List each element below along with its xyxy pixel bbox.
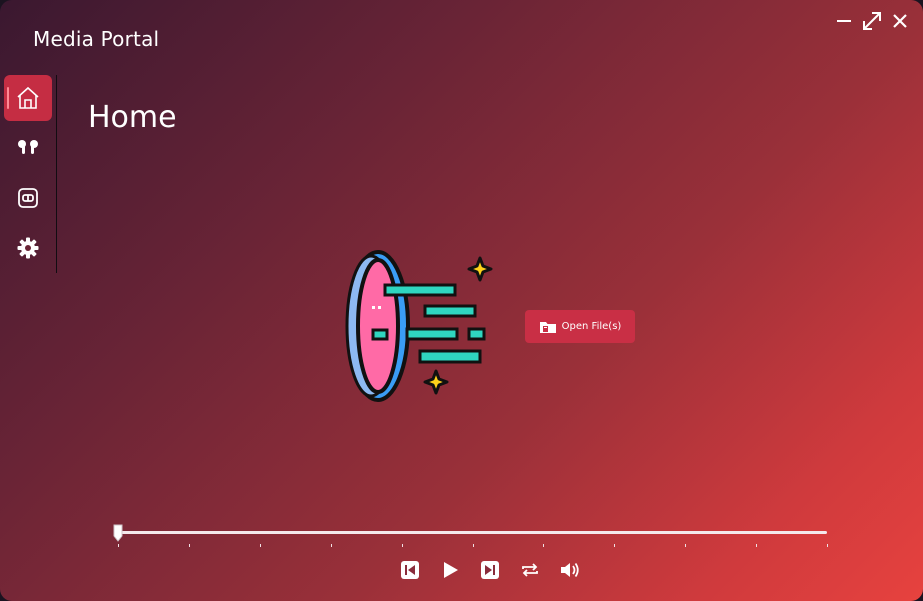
play-button[interactable] bbox=[438, 558, 462, 582]
sidebar-item-settings[interactable] bbox=[4, 225, 52, 271]
close-button[interactable] bbox=[889, 10, 911, 32]
app-title: Media Portal bbox=[33, 27, 160, 51]
previous-icon bbox=[401, 561, 419, 579]
play-icon bbox=[444, 562, 458, 578]
earbuds-icon bbox=[18, 140, 38, 154]
sidebar-nav bbox=[4, 75, 52, 275]
sidebar-item-home[interactable] bbox=[4, 75, 52, 121]
maximize-button[interactable] bbox=[861, 10, 883, 32]
seek-ticks bbox=[118, 544, 828, 548]
seek-tick bbox=[473, 544, 474, 547]
seek-tick bbox=[118, 544, 119, 547]
home-icon bbox=[17, 86, 39, 109]
seek-tick bbox=[827, 544, 828, 547]
seek-thumb[interactable] bbox=[113, 524, 123, 542]
open-files-label: Open File(s) bbox=[561, 321, 622, 332]
open-files-button[interactable]: Open File(s) bbox=[525, 310, 635, 343]
app-window: Media Portal Home Open File(s) bbox=[0, 0, 923, 601]
seek-tick bbox=[614, 544, 615, 547]
minimize-icon bbox=[837, 20, 851, 22]
page-title: Home bbox=[88, 100, 177, 135]
repeat-icon bbox=[522, 563, 538, 577]
minimize-button[interactable] bbox=[833, 10, 855, 32]
media-portal-illustration bbox=[345, 250, 493, 402]
next-icon bbox=[481, 561, 499, 579]
sidebar-divider bbox=[56, 75, 57, 273]
seek-bar[interactable] bbox=[113, 524, 829, 552]
next-button[interactable] bbox=[478, 558, 502, 582]
seek-tick bbox=[402, 544, 403, 547]
seek-tick bbox=[189, 544, 190, 547]
volume-icon bbox=[561, 562, 579, 578]
transport-controls bbox=[398, 558, 582, 582]
close-icon bbox=[893, 14, 907, 28]
volume-button[interactable] bbox=[558, 558, 582, 582]
folder-icon bbox=[539, 321, 556, 333]
seek-track[interactable] bbox=[117, 531, 827, 534]
video-icon bbox=[18, 188, 38, 208]
repeat-button[interactable] bbox=[518, 558, 542, 582]
seek-tick bbox=[756, 544, 757, 547]
window-controls bbox=[833, 10, 911, 32]
sidebar-item-video[interactable] bbox=[4, 175, 52, 221]
sidebar-item-music[interactable] bbox=[4, 125, 52, 171]
seek-tick bbox=[543, 544, 544, 547]
seek-tick bbox=[331, 544, 332, 547]
maximize-icon bbox=[863, 12, 881, 30]
previous-button[interactable] bbox=[398, 558, 422, 582]
seek-tick bbox=[260, 544, 261, 547]
seek-tick bbox=[685, 544, 686, 547]
gear-icon bbox=[17, 237, 39, 259]
